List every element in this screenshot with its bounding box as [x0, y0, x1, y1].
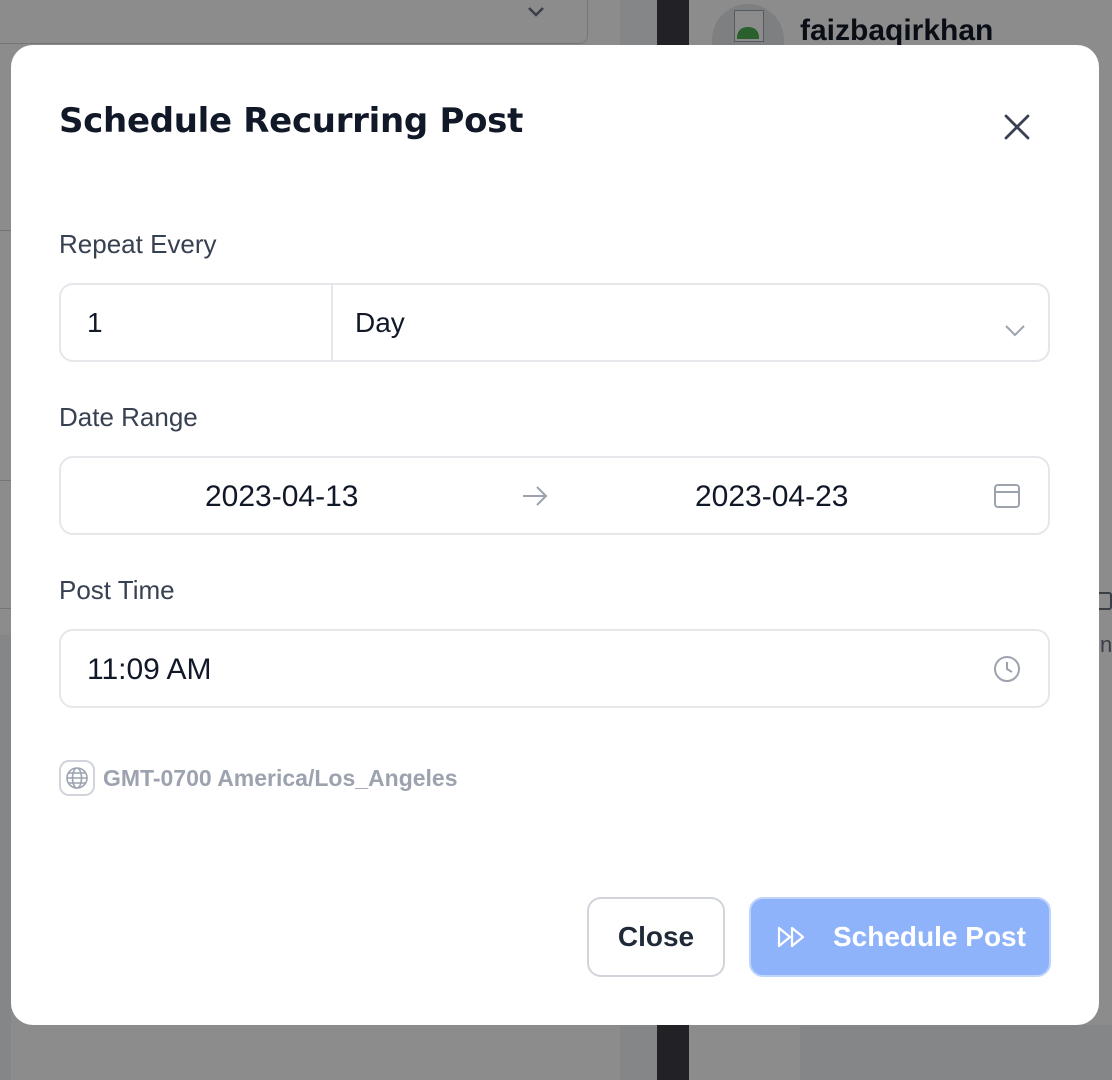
modal-title: Schedule Recurring Post: [59, 101, 524, 141]
post-time-value: 11:09 AM: [87, 653, 212, 686]
schedule-post-label: Schedule Post: [833, 921, 1026, 952]
repeat-count-input[interactable]: 1: [61, 285, 333, 360]
chevron-down-icon: [1004, 313, 1026, 345]
repeat-every-label: Repeat Every: [59, 229, 217, 259]
close-icon[interactable]: [997, 107, 1037, 147]
repeat-unit-select[interactable]: Day: [333, 285, 1048, 360]
post-time-picker[interactable]: 11:09 AM: [59, 629, 1050, 708]
date-range-picker[interactable]: 2023-04-13 2023-04-23: [59, 456, 1050, 535]
calendar-icon: [993, 482, 1021, 515]
clock-icon: [993, 655, 1021, 688]
date-range-start[interactable]: 2023-04-13: [205, 480, 358, 514]
timezone-indicator: GMT-0700 America/Los_Angeles: [59, 760, 458, 796]
date-range-end[interactable]: 2023-04-23: [695, 480, 848, 514]
date-range-label: Date Range: [59, 402, 198, 432]
schedule-post-button[interactable]: Schedule Post: [749, 897, 1051, 977]
schedule-recurring-modal: Schedule Recurring Post Repeat Every 1 D…: [11, 45, 1099, 1025]
repeat-unit-value: Day: [355, 306, 405, 338]
arrow-right-icon: [521, 482, 549, 515]
post-time-label: Post Time: [59, 575, 175, 605]
timezone-text: GMT-0700 America/Los_Angeles: [103, 764, 458, 791]
close-button[interactable]: Close: [587, 897, 725, 977]
fast-forward-icon: [777, 925, 807, 949]
repeat-every-group: 1 Day: [59, 283, 1050, 362]
globe-icon: [59, 760, 95, 796]
